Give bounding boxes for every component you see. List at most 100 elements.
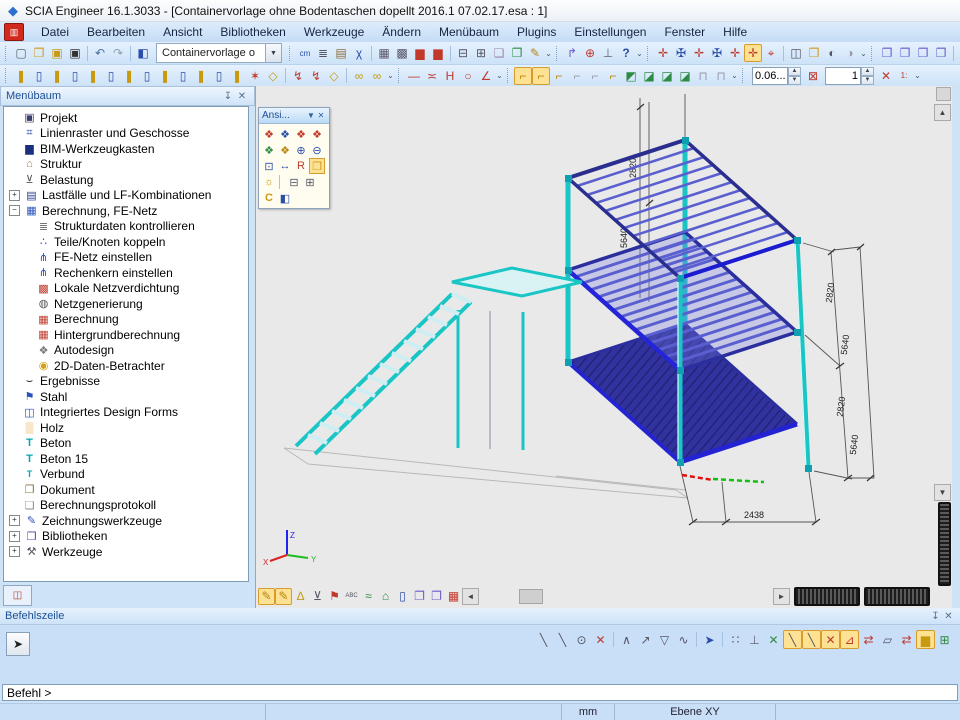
menu-hilfe[interactable]: Hilfe: [714, 23, 756, 41]
view-settings-icon[interactable]: [309, 158, 325, 174]
snap-perpendicular-icon[interactable]: [840, 630, 859, 649]
menu-plugins[interactable]: Plugins: [508, 23, 565, 41]
document-edit-icon[interactable]: [526, 44, 544, 62]
status-units[interactable]: mm: [562, 704, 615, 720]
cascade-3-icon[interactable]: [914, 44, 932, 62]
open-view-folder-icon[interactable]: [805, 44, 823, 62]
calculator-icon[interactable]: [935, 630, 954, 649]
scroll-right-icon[interactable]: ►: [773, 588, 790, 605]
scale-spinner[interactable]: ▲▼: [825, 67, 874, 85]
layer-manager-icon[interactable]: [314, 44, 332, 62]
toolbar-handle[interactable]: [398, 68, 402, 83]
storey-manager-icon[interactable]: [332, 44, 350, 62]
fast-draw-1-icon[interactable]: [258, 588, 275, 605]
scroll-down-icon[interactable]: ▼: [934, 484, 951, 501]
menu-fenster[interactable]: Fenster: [655, 23, 714, 41]
view-axo-3-icon[interactable]: [293, 126, 309, 142]
tree-item-autodesign[interactable]: ❖Autodesign: [9, 343, 248, 359]
print-view-icon[interactable]: [286, 174, 302, 190]
overflow-chevron-icon[interactable]: ⌄: [635, 49, 644, 58]
tree-item-hintergrundberechnung[interactable]: ▦Hintergrundberechnung: [9, 327, 248, 343]
print-view-gray-icon[interactable]: [302, 174, 318, 190]
close-panel-icon[interactable]: [942, 611, 955, 622]
tree-item-zeichnungswerkzeuge[interactable]: +✎Zeichnungswerkzeuge: [9, 513, 248, 529]
tree-item-linienraster[interactable]: ⌗Linienraster und Geschosse: [9, 126, 248, 142]
line-snap-1-icon[interactable]: [534, 630, 553, 649]
average-1-icon[interactable]: [694, 67, 712, 85]
free-edge-5-icon[interactable]: [586, 67, 604, 85]
member-1d-1-icon[interactable]: [12, 67, 30, 85]
toolbar-handle[interactable]: [289, 46, 293, 61]
free-edge-1-icon[interactable]: [514, 67, 532, 85]
load-display-icon[interactable]: [309, 588, 326, 605]
tree-item-berechnungsprotokoll[interactable]: ❏Berechnungsprotokoll: [9, 498, 248, 514]
menu-ansicht[interactable]: Ansicht: [154, 23, 211, 41]
tree-item-ergebnisse[interactable]: ⌣Ergebnisse: [9, 374, 248, 390]
haunch-icon[interactable]: [441, 67, 459, 85]
tangent-snap-icon[interactable]: [636, 630, 655, 649]
view-colored-icon[interactable]: [261, 142, 277, 158]
angle-red-icon[interactable]: [477, 67, 495, 85]
catalog-blocks-icon[interactable]: [375, 44, 393, 62]
pin-icon[interactable]: [221, 91, 235, 102]
weld-node-icon[interactable]: [264, 67, 282, 85]
target-center-icon[interactable]: [762, 44, 780, 62]
save-all-icon[interactable]: [66, 44, 84, 62]
member-1d-3-icon[interactable]: [48, 67, 66, 85]
zoom-fit-icon[interactable]: [277, 158, 293, 174]
snap-parallel-icon[interactable]: [859, 630, 878, 649]
tree-item-design-forms[interactable]: ◫Integriertes Design Forms: [9, 405, 248, 421]
palette-titlebar[interactable]: Ansi... ▼ ✕: [259, 108, 329, 124]
palette-close-icon[interactable]: ✕: [316, 111, 326, 120]
zoom-previous-icon[interactable]: [293, 158, 309, 174]
member-display-icon[interactable]: [394, 588, 411, 605]
member-1d-6-icon[interactable]: [102, 67, 120, 85]
view-axo-2-icon[interactable]: [277, 126, 293, 142]
snap-midpoint-icon[interactable]: [802, 630, 821, 649]
overflow-chevron-icon[interactable]: ⌄: [859, 49, 868, 58]
check-data-2-icon[interactable]: [368, 67, 386, 85]
circle-red-icon[interactable]: [459, 67, 477, 85]
free-edge-4-icon[interactable]: [568, 67, 586, 85]
explode-icon[interactable]: [246, 67, 264, 85]
cross-section-icon[interactable]: [350, 44, 368, 62]
model-viewport[interactable]: 2820 5640 2820 5640 2820 5640 2438: [256, 86, 952, 608]
stair-landing[interactable]: [452, 268, 582, 296]
mesh-size-spinner[interactable]: ▲▼: [752, 67, 801, 85]
snap-polygon-icon[interactable]: [878, 630, 897, 649]
select-cursor-icon[interactable]: [700, 630, 719, 649]
line-red-icon[interactable]: [405, 67, 423, 85]
display-filter-1-icon[interactable]: [823, 44, 841, 62]
save-project-icon[interactable]: [48, 44, 66, 62]
menu-bearbeiten[interactable]: Bearbeiten: [78, 23, 154, 41]
zoom-wheel[interactable]: [864, 587, 930, 606]
cross-link-icon[interactable]: [307, 67, 325, 85]
free-edge-2-icon[interactable]: [532, 67, 550, 85]
tree-item-werkzeuge[interactable]: +⚒Werkzeuge: [9, 544, 248, 560]
overflow-chevron-icon[interactable]: ⌄: [730, 71, 739, 80]
tree-item-netzverdichtung[interactable]: ▩Lokale Netzverdichtung: [9, 281, 248, 297]
view-perspective-icon[interactable]: [277, 142, 293, 158]
labels-abc-icon[interactable]: [343, 588, 360, 605]
snap-intersection-icon[interactable]: [821, 630, 840, 649]
member-1d-11-icon[interactable]: [192, 67, 210, 85]
view-pair-icon[interactable]: [787, 44, 805, 62]
tree-item-berechnung-fe-netz[interactable]: −▦Berechnung, FE-Netz: [9, 203, 248, 219]
expander-plus-icon[interactable]: +: [9, 190, 20, 201]
cancel-point-icon[interactable]: [764, 630, 783, 649]
clipboard-c-icon[interactable]: [261, 190, 277, 206]
snap-grid-active-icon[interactable]: [916, 630, 935, 649]
tree-item-stahl[interactable]: ⚑Stahl: [9, 389, 248, 405]
curve-snap-icon[interactable]: [674, 630, 693, 649]
tree-item-struktur[interactable]: ⌂Struktur: [9, 157, 248, 173]
monitor-view-icon[interactable]: [277, 190, 293, 206]
ortho-icon[interactable]: [745, 630, 764, 649]
menu-datei[interactable]: Datei: [32, 23, 78, 41]
spinner-down-icon[interactable]: ▼: [861, 76, 874, 85]
flag-display-icon[interactable]: [326, 588, 343, 605]
overflow-chevron-icon[interactable]: ⌄: [544, 49, 553, 58]
support-4-icon[interactable]: [708, 44, 726, 62]
expander-minus-icon[interactable]: −: [9, 205, 20, 216]
command-input[interactable]: [2, 684, 958, 701]
cascade-2-icon[interactable]: [896, 44, 914, 62]
